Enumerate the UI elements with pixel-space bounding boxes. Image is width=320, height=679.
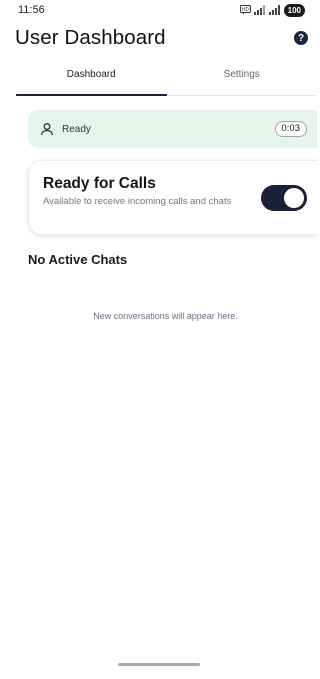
tab-dashboard[interactable]: Dashboard: [16, 66, 167, 96]
status-time: 11:56: [18, 4, 45, 16]
battery-indicator: 100: [283, 3, 305, 17]
status-label: Ready: [62, 123, 91, 135]
chats-title: No Active Chats: [28, 252, 128, 267]
ready-description: Available to receive incoming calls and …: [43, 196, 232, 207]
status-icons: HD 100: [239, 3, 305, 17]
home-indicator[interactable]: [118, 663, 200, 666]
header: User Dashboard ?: [15, 24, 308, 52]
question-circle-icon: ?: [297, 32, 305, 44]
signal-icon: [253, 5, 265, 15]
tab-settings[interactable]: Settings: [167, 66, 318, 95]
ready-toggle[interactable]: [261, 185, 307, 211]
toggle-knob: [284, 188, 304, 208]
ready-for-calls-card: Ready for Calls Available to receive inc…: [28, 160, 317, 235]
signal-icon-2: [268, 5, 280, 15]
status-bar: 11:56 HD 100: [18, 3, 305, 17]
hd-voice-icon: HD: [239, 5, 251, 15]
svg-text:HD: HD: [242, 7, 250, 13]
person-icon: [40, 123, 54, 136]
page-title: User Dashboard: [15, 26, 166, 49]
chats-empty-message: New conversations will appear here.: [93, 311, 238, 321]
dashboard-screen: 11:56 HD 100 User Dashboard ? Dashboard …: [0, 0, 317, 679]
agent-status-card: Ready 0:03: [28, 110, 317, 148]
help-button[interactable]: ?: [294, 31, 308, 45]
tab-bar: Dashboard Settings: [16, 66, 317, 96]
status-timer: 0:03: [274, 121, 307, 137]
